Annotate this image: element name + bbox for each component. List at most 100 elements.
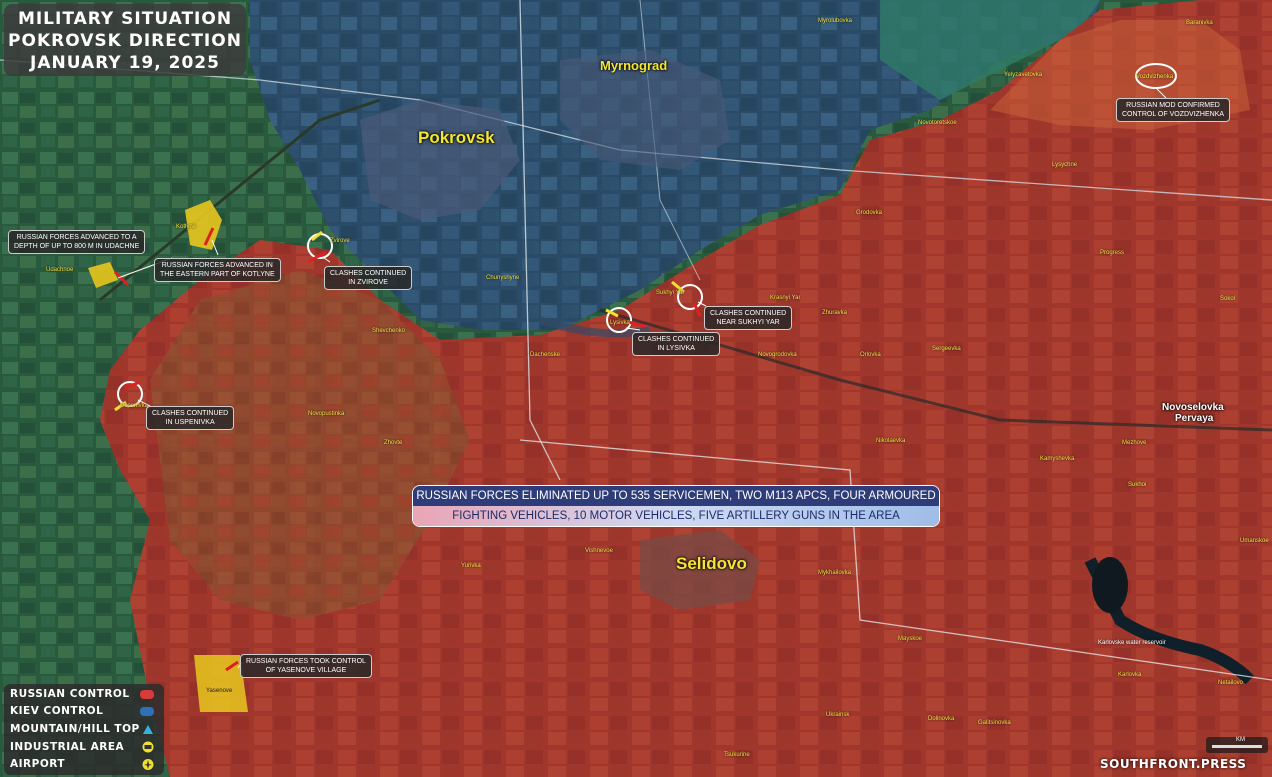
title-line-1: MILITARY SITUATION (17, 9, 233, 29)
legend-industrial-label: INDUSTRIAL AREA (10, 741, 125, 753)
village-label: Lysivka (610, 320, 630, 326)
triangle-icon (143, 725, 153, 734)
village-label: Karlovske water reservoir (1098, 640, 1166, 646)
callout-yasenove: RUSSIAN FORCES TOOK CONTROL OF YASENOVE … (240, 654, 372, 678)
legend-airport-label: AIRPORT (10, 758, 66, 770)
village-label: Dachenske (530, 352, 561, 358)
village-label: Uspenivka (120, 403, 149, 409)
factory-icon (142, 741, 154, 753)
village-label: Yasenove (206, 688, 233, 694)
scale-label: KM (1236, 737, 1245, 743)
village-label: Krasnyi Yar (770, 295, 801, 301)
village-label: Sukhyi Yar (656, 290, 685, 296)
map-legend: RUSSIAN CONTROL KIEV CONTROL MOUNTAIN/HI… (4, 684, 164, 775)
village-label: Udachnoe (46, 267, 74, 273)
village-label: Yurivka (461, 563, 481, 569)
village-label: Nikolaevka (876, 438, 906, 444)
callout-sukhyi-yar-line2: NEAR SUKHYI YAR (716, 319, 780, 326)
callout-vozdvizhenka: RUSSIAN MOD CONFIRMED CONTROL OF VOZDVIZ… (1116, 98, 1231, 122)
callout-sukhyi-yar: CLASHES CONTINUED NEAR SUKHYI YAR (704, 306, 793, 330)
village-label: Ukrainsk (826, 712, 850, 718)
callout-uspenivka-line1: CLASHES CONTINUED (152, 410, 229, 417)
title-line-3: JANUARY 19, 2025 (30, 53, 220, 73)
callout-udachne-line1: RUSSIAN FORCES ADVANCED TO A (16, 234, 137, 241)
scale-bar (1212, 745, 1262, 748)
callout-uspenivka: CLASHES CONTINUED IN USPENIVKA (146, 406, 235, 430)
village-label: Novogrodovka (758, 352, 797, 358)
village-label: Vishnevoe (585, 548, 613, 554)
callout-lysivka: CLASHES CONTINUED IN LYSIVKA (632, 332, 721, 356)
callout-udachne: RUSSIAN FORCES ADVANCED TO A DEPTH OF UP… (8, 230, 146, 254)
village-label: Umanskoe (1240, 538, 1269, 544)
callout-zvirove: CLASHES CONTINUED IN ZVIROVE (324, 266, 413, 290)
title-line-2: POKROVSK DIRECTION (8, 31, 242, 51)
city-pokrovsk: Pokrovsk (418, 128, 495, 147)
callout-lysivka-line2: IN LYSIVKA (657, 345, 695, 352)
legend-hill: MOUNTAIN/HILL TOP (10, 723, 140, 735)
legend-russian-control: RUSSIAN CONTROL (10, 688, 130, 700)
village-label: Kotlyne (176, 224, 197, 230)
village-label: Sokol (1220, 296, 1236, 302)
callout-kotlyne-line1: RUSSIAN FORCES ADVANCED IN (161, 262, 273, 269)
map-scale: KM (1206, 737, 1268, 753)
village-label: Lysychne (1052, 162, 1078, 168)
village-label: Tsukurine (724, 752, 750, 758)
village-label: Dolinovka (928, 716, 955, 722)
city-novoselovka: Novoselovka (1162, 402, 1224, 413)
village-label: Progress (1100, 250, 1125, 256)
callout-udachne-line2: DEPTH OF UP TO 800 M IN UDACHNE (14, 243, 140, 250)
callout-zvirove-line1: CLASHES CONTINUED (330, 270, 407, 277)
callout-kotlyne: RUSSIAN FORCES ADVANCED IN THE EASTERN P… (154, 258, 281, 282)
village-label: Yelyzavetovka (1004, 72, 1043, 78)
village-label: Galitsinovka (978, 720, 1011, 726)
source-credit: SOUTHFRONT.PRESS (1100, 757, 1247, 771)
map-title: MILITARY SITUATION POKROVSK DIRECTION JA… (4, 4, 246, 76)
blue-swatch-icon (140, 707, 154, 716)
legend-kiev-control: KIEV CONTROL (10, 705, 103, 717)
legend-russian-label: RUSSIAN CONTROL (10, 688, 130, 700)
village-label: Chunyshyne (486, 275, 520, 281)
callout-kotlyne-line2: THE EASTERN PART OF KOTLYNE (160, 271, 275, 278)
legend-kiev-label: KIEV CONTROL (10, 705, 104, 717)
callout-lysivka-line1: CLASHES CONTINUED (638, 336, 715, 343)
village-label: Mezhove (1122, 440, 1147, 446)
callout-vozdvizhenka-line2: CONTROL OF VOZDVIZHENKA (1122, 111, 1225, 118)
village-label: Orlovka (860, 352, 881, 358)
map: MILITARY SITUATION POKROVSK DIRECTION JA… (0, 0, 1272, 777)
village-label: Mayskoe (898, 636, 923, 642)
red-swatch-icon (140, 690, 154, 699)
village-label: Sukhoi (1128, 482, 1147, 488)
banner-line-1: RUSSIAN FORCES ELIMINATED UP TO 535 SERV… (413, 486, 939, 506)
callout-yasenove-line1: RUSSIAN FORCES TOOK CONTROL (246, 658, 366, 665)
village-label: Shevchenko (372, 328, 406, 334)
village-label: Sergeevka (932, 346, 961, 352)
village-label: Zhuravka (822, 310, 848, 316)
banner-line-2: FIGHTING VEHICLES, 10 MOTOR VEHICLES, FI… (413, 506, 939, 526)
legend-airport: AIRPORT (10, 758, 65, 770)
terrain-layer (0, 0, 1272, 777)
village-label: Netailovo (1218, 680, 1244, 686)
reservoir-lake (1092, 557, 1128, 613)
village-label: Vozdvizhenka (1136, 74, 1174, 80)
city-selidovo: Selidovo (676, 554, 747, 573)
village-label: Myrolubovka (818, 18, 853, 24)
airport-icon (142, 759, 154, 770)
callout-yasenove-line2: OF YASENOVE VILLAGE (265, 667, 347, 674)
village-label: Grodovka (856, 210, 883, 216)
callout-sukhyi-yar-line1: CLASHES CONTINUED (710, 310, 787, 317)
callout-zvirove-line2: IN ZVIROVE (348, 279, 388, 286)
village-label: Novopustinka (308, 411, 345, 417)
city-pervaya: Pervaya (1175, 413, 1214, 424)
village-label: Kamyshevka (1040, 456, 1075, 462)
callout-vozdvizhenka-line1: RUSSIAN MOD CONFIRMED (1126, 102, 1220, 109)
village-label: Mykhailovka (818, 570, 852, 576)
city-myrnograd: Myrnograd (600, 58, 668, 73)
callout-uspenivka-line2: IN USPENIVKA (165, 419, 215, 426)
losses-banner: RUSSIAN FORCES ELIMINATED UP TO 535 SERV… (412, 485, 940, 527)
village-label: Baranivka (1186, 20, 1213, 26)
legend-hill-label: MOUNTAIN/HILL TOP (10, 723, 140, 735)
village-label: Zhovte (384, 440, 403, 446)
village-label: Zvirove (330, 238, 350, 244)
village-label: Novotoretskoe (918, 120, 957, 126)
village-label: Karlovka (1118, 672, 1142, 678)
